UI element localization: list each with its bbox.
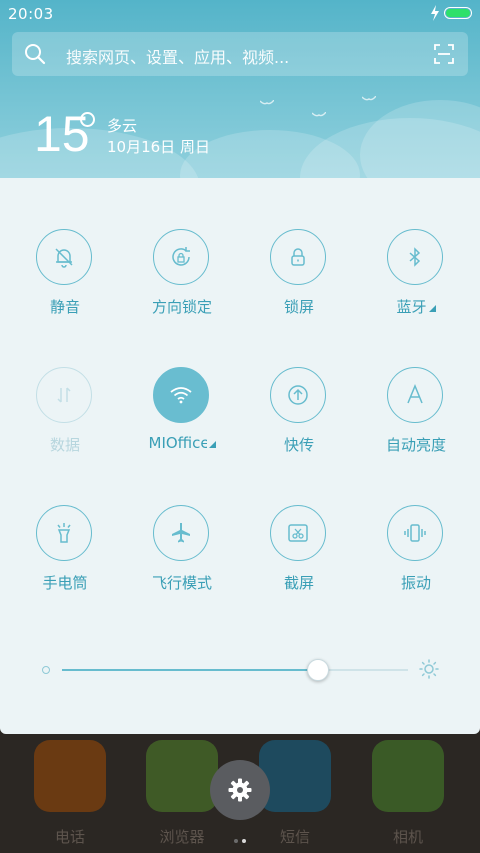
page-indicator xyxy=(232,828,248,847)
tile-label: 静音 xyxy=(49,298,80,316)
tile-airplane[interactable]: 飞行模式 xyxy=(132,505,232,605)
menu-indicator-icon xyxy=(428,305,436,312)
phone-app-icon xyxy=(34,740,106,812)
search-icon xyxy=(25,44,46,65)
tile-bluetooth[interactable]: 蓝牙 xyxy=(366,229,466,329)
data-arrows-icon xyxy=(57,387,71,403)
lock-icon xyxy=(291,248,305,266)
quick-settings-panel: 静音 方向锁定 锁屏 蓝牙 数据 MIOffice 快传 自动亮度 手电筒 飞行… xyxy=(0,178,480,734)
tile-vibrate[interactable]: 振动 xyxy=(366,505,466,605)
tile-screenshot[interactable]: 截屏 xyxy=(249,505,349,605)
dock-app-camera[interactable]: 相机 xyxy=(368,740,448,848)
flashlight-toggle[interactable] xyxy=(36,505,92,561)
bluetooth-toggle[interactable] xyxy=(387,229,443,285)
wifi-icon xyxy=(170,387,192,404)
weather-header: 20:03 搜索网页、设置、应用、视频... 15 多云 10月16日 周日 xyxy=(0,0,480,178)
tile-quick-transfer[interactable]: 快传 xyxy=(249,367,349,467)
status-bar: 20:03 xyxy=(0,0,480,28)
rotation-lock-toggle[interactable] xyxy=(153,229,209,285)
messages-app-icon xyxy=(259,740,331,812)
tile-label: 振动 xyxy=(400,574,431,592)
app-name: 浏览器 xyxy=(159,828,205,846)
brightness-low-icon xyxy=(42,666,50,674)
weather-condition: 多云 xyxy=(107,117,138,135)
tile-label: 数据 xyxy=(49,436,80,454)
wifi-toggle[interactable] xyxy=(153,367,209,423)
app-name: 电话 xyxy=(54,828,85,846)
flashlight-icon xyxy=(57,523,71,543)
screenshot-toggle[interactable] xyxy=(270,505,326,561)
airplane-icon xyxy=(172,523,190,543)
bell-off-icon xyxy=(55,248,73,268)
tile-label: 手电筒 xyxy=(42,574,88,592)
tile-label: 锁屏 xyxy=(283,298,314,316)
auto-a-icon xyxy=(407,384,423,404)
tile-label: 方向锁定 xyxy=(151,298,212,316)
bird-decoration xyxy=(362,96,376,101)
battery-icon xyxy=(444,7,472,19)
brightness-high-icon xyxy=(419,659,439,679)
vibrate-icon xyxy=(404,524,426,542)
rotation-lock-icon xyxy=(172,247,190,266)
search-placeholder: 搜索网页、设置、应用、视频... xyxy=(66,48,290,67)
app-name: 相机 xyxy=(392,828,423,846)
data-toggle[interactable] xyxy=(36,367,92,423)
gear-icon xyxy=(228,778,252,802)
bluetooth-icon xyxy=(409,247,421,267)
bird-decoration xyxy=(312,112,326,117)
tile-label: 自动亮度 xyxy=(385,436,446,454)
tile-label: 蓝牙 xyxy=(366,296,466,317)
tile-auto-brightness[interactable]: 自动亮度 xyxy=(366,367,466,467)
upload-icon xyxy=(288,385,308,405)
dock-app-phone[interactable]: 电话 xyxy=(30,740,110,848)
degree-symbol xyxy=(80,112,95,127)
airplane-toggle[interactable] xyxy=(153,505,209,561)
tile-label: MIOffice xyxy=(132,434,232,452)
bird-decoration xyxy=(260,100,274,105)
scan-icon[interactable] xyxy=(434,44,454,64)
auto-brightness-toggle[interactable] xyxy=(387,367,443,423)
settings-button[interactable] xyxy=(210,760,270,820)
tile-lock-screen[interactable]: 锁屏 xyxy=(249,229,349,329)
status-time: 20:03 xyxy=(8,5,54,23)
tile-label: 截屏 xyxy=(283,574,314,592)
brightness-slider-fill xyxy=(62,669,319,671)
tile-label: 飞行模式 xyxy=(151,574,212,592)
weather-date: 10月16日 周日 xyxy=(107,138,210,156)
mute-toggle[interactable] xyxy=(36,229,92,285)
camera-app-icon xyxy=(372,740,444,812)
menu-indicator-icon xyxy=(208,441,216,448)
brightness-slider-thumb[interactable] xyxy=(307,659,330,681)
page-dot xyxy=(242,839,246,843)
charging-icon xyxy=(431,5,439,21)
tile-data[interactable]: 数据 xyxy=(15,367,115,467)
scissors-icon xyxy=(288,524,308,542)
page-dot xyxy=(234,839,238,843)
search-bar[interactable]: 搜索网页、设置、应用、视频... xyxy=(12,32,468,76)
lock-screen-toggle[interactable] xyxy=(270,229,326,285)
tile-label: 快传 xyxy=(283,436,314,454)
tile-rotation-lock[interactable]: 方向锁定 xyxy=(132,229,232,329)
app-name: 短信 xyxy=(279,828,310,846)
quick-transfer-toggle[interactable] xyxy=(270,367,326,423)
tile-flashlight[interactable]: 手电筒 xyxy=(15,505,115,605)
vibrate-toggle[interactable] xyxy=(387,505,443,561)
tile-wifi[interactable]: MIOffice xyxy=(132,367,232,467)
browser-app-icon xyxy=(146,740,218,812)
tile-mute[interactable]: 静音 xyxy=(15,229,115,329)
